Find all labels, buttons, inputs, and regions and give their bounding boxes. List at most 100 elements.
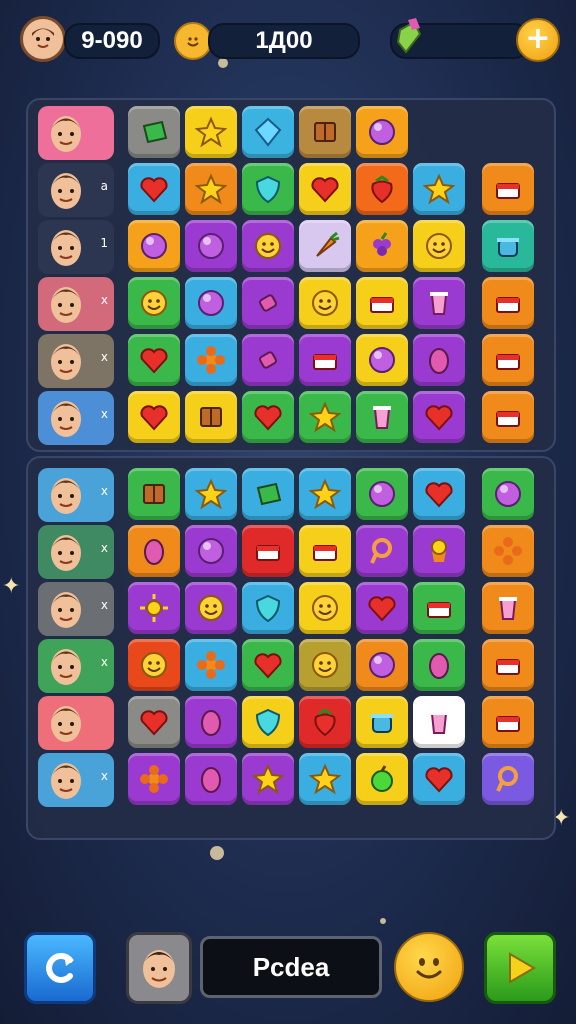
refresh-button[interactable] [24, 932, 96, 1004]
top-tile-r6-c1[interactable] [128, 391, 180, 443]
top-side-tile-5[interactable] [482, 334, 534, 386]
top-player-6[interactable]: x [38, 391, 114, 445]
bottom-tile-r5-c3[interactable] [242, 696, 294, 748]
top-tile-r2-c4[interactable] [299, 163, 351, 215]
top-tile-r5-c5[interactable] [356, 334, 408, 386]
top-tile-r2-c6[interactable] [413, 163, 465, 215]
top-tile-r1-c1[interactable] [128, 106, 180, 158]
top-tile-r5-c3[interactable] [242, 334, 294, 386]
top-tile-r1-c4[interactable] [299, 106, 351, 158]
top-tile-r2-c5[interactable] [356, 163, 408, 215]
top-tile-r6-c2[interactable] [185, 391, 237, 443]
bottom-tile-r2-c6[interactable] [413, 525, 465, 577]
bottom-tile-r1-c5[interactable] [356, 468, 408, 520]
bottom-tile-r5-c4[interactable] [299, 696, 351, 748]
bottom-tile-r6-c2[interactable] [185, 753, 237, 805]
top-tile-r4-c2[interactable] [185, 277, 237, 329]
top-tile-r3-c1[interactable] [128, 220, 180, 272]
bottom-tile-r3-c6[interactable] [413, 582, 465, 634]
top-player-1[interactable] [38, 106, 114, 160]
bottom-tile-r6-c6[interactable] [413, 753, 465, 805]
bottom-tile-r4-c6[interactable] [413, 639, 465, 691]
top-tile-r1-c2[interactable] [185, 106, 237, 158]
bottom-tile-r4-c1[interactable] [128, 639, 180, 691]
bottom-tile-r2-c5[interactable] [356, 525, 408, 577]
top-tile-r3-c6[interactable] [413, 220, 465, 272]
bottom-tile-r2-c2[interactable] [185, 525, 237, 577]
bottom-player-1[interactable]: x [38, 468, 114, 522]
top-tile-r6-c4[interactable] [299, 391, 351, 443]
bottom-player-5[interactable] [38, 696, 114, 750]
top-tile-r3-c3[interactable] [242, 220, 294, 272]
top-player-2[interactable]: a [38, 163, 114, 217]
top-tile-r2-c3[interactable] [242, 163, 294, 215]
bottom-tile-r3-c2[interactable] [185, 582, 237, 634]
bottom-player-4[interactable]: x [38, 639, 114, 693]
bottom-tile-r3-c4[interactable] [299, 582, 351, 634]
bottom-tile-r4-c4[interactable] [299, 639, 351, 691]
bottom-tile-r6-c3[interactable] [242, 753, 294, 805]
bottom-side-tile-3[interactable] [482, 582, 534, 634]
bottom-player-6[interactable]: x [38, 753, 114, 807]
emoji-button[interactable] [394, 932, 464, 1002]
bottom-tile-r1-c2[interactable] [185, 468, 237, 520]
top-tile-r2-c2[interactable] [185, 163, 237, 215]
top-side-tile-3[interactable] [482, 220, 534, 272]
bottom-tile-r4-c3[interactable] [242, 639, 294, 691]
add-coins-button[interactable]: + [516, 18, 560, 62]
top-player-3[interactable]: 1 [38, 220, 114, 274]
bottom-tile-r1-c1[interactable] [128, 468, 180, 520]
bottom-tile-r4-c2[interactable] [185, 639, 237, 691]
bottom-tile-r2-c1[interactable] [128, 525, 180, 577]
bottom-tile-r4-c5[interactable] [356, 639, 408, 691]
bottom-tile-r6-c1[interactable] [128, 753, 180, 805]
top-tile-r4-c6[interactable] [413, 277, 465, 329]
top-tile-r4-c1[interactable] [128, 277, 180, 329]
top-tile-r1-c5[interactable] [356, 106, 408, 158]
bottom-tile-r6-c5[interactable] [356, 753, 408, 805]
top-tile-r1-c3[interactable] [242, 106, 294, 158]
top-tile-r5-c1[interactable] [128, 334, 180, 386]
top-tile-r5-c4[interactable] [299, 334, 351, 386]
bottom-tile-r5-c1[interactable] [128, 696, 180, 748]
bottom-player-3[interactable]: x [38, 582, 114, 636]
top-tile-r6-c6[interactable] [413, 391, 465, 443]
top-player-5[interactable]: x [38, 334, 114, 388]
top-side-tile-4[interactable] [482, 277, 534, 329]
bottom-tile-r3-c1[interactable] [128, 582, 180, 634]
bottom-tile-r5-c2[interactable] [185, 696, 237, 748]
top-side-tile-2[interactable] [482, 163, 534, 215]
top-player-4[interactable]: x [38, 277, 114, 331]
bottom-player-2[interactable]: x [38, 525, 114, 579]
bottom-tile-r3-c5[interactable] [356, 582, 408, 634]
player-portrait[interactable] [126, 932, 192, 1004]
bottom-tile-r1-c3[interactable] [242, 468, 294, 520]
top-tile-r5-c6[interactable] [413, 334, 465, 386]
top-tile-r3-c2[interactable] [185, 220, 237, 272]
top-side-tile-6[interactable] [482, 391, 534, 443]
bottom-tile-r1-c4[interactable] [299, 468, 351, 520]
top-tile-r6-c5[interactable] [356, 391, 408, 443]
bottom-side-tile-5[interactable] [482, 696, 534, 748]
top-tile-r3-c5[interactable] [356, 220, 408, 272]
top-tile-r2-c1[interactable] [128, 163, 180, 215]
top-tile-r4-c5[interactable] [356, 277, 408, 329]
bottom-tile-r2-c4[interactable] [299, 525, 351, 577]
play-button[interactable] [484, 932, 556, 1004]
bottom-tile-r5-c5[interactable] [356, 696, 408, 748]
top-tile-r6-c3[interactable] [242, 391, 294, 443]
bottom-side-tile-1[interactable] [482, 468, 534, 520]
player-avatar[interactable] [20, 16, 66, 62]
top-tile-r4-c4[interactable] [299, 277, 351, 329]
player-name-field[interactable]: Pcdea [200, 936, 382, 998]
top-tile-r5-c2[interactable] [185, 334, 237, 386]
top-tile-r3-c4[interactable] [299, 220, 351, 272]
bottom-tile-r2-c3[interactable] [242, 525, 294, 577]
bottom-side-tile-4[interactable] [482, 639, 534, 691]
bottom-tile-r6-c4[interactable] [299, 753, 351, 805]
bottom-side-tile-2[interactable] [482, 525, 534, 577]
bottom-tile-r3-c3[interactable] [242, 582, 294, 634]
bottom-side-tile-6[interactable] [482, 753, 534, 805]
bottom-tile-r5-c6[interactable] [413, 696, 465, 748]
bottom-tile-r1-c6[interactable] [413, 468, 465, 520]
